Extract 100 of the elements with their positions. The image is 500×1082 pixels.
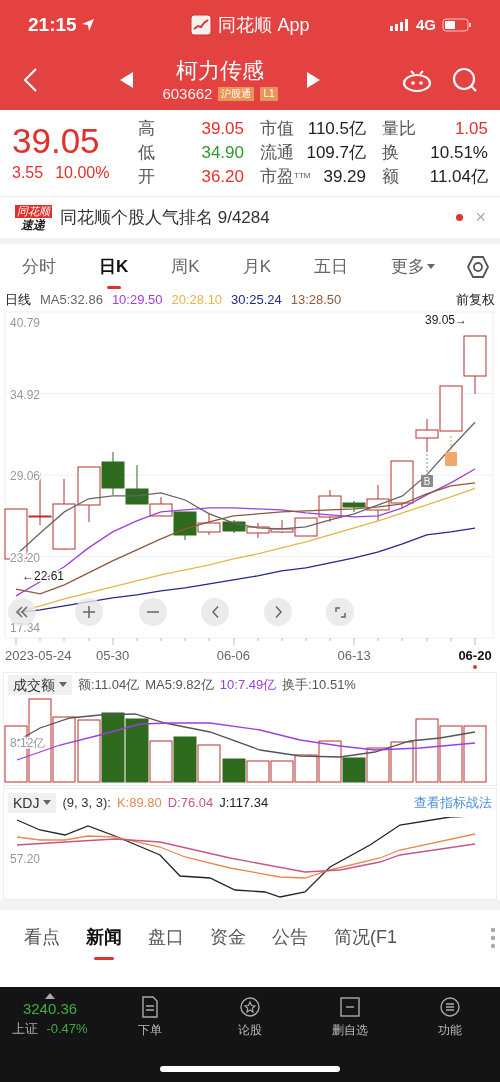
location-icon [80,18,95,32]
stat-label: 流通 [260,142,294,164]
menu-icon [438,995,462,1019]
date-label: 06-13 [337,648,371,663]
date-label: 06-20 [458,648,492,663]
stat-label: 量比 [382,118,416,140]
stat-label: 额 [382,166,399,188]
stat-label: 低 [138,142,155,164]
chart-tab[interactable]: 更多 [378,247,447,287]
app-name: 同花顺 App [218,13,310,37]
event-marker-icon [445,435,457,466]
indicator-selector[interactable]: KDJ [8,793,57,813]
toolbar-button[interactable]: 下单 [115,995,185,1039]
chart-tab[interactable]: 周K [159,247,212,287]
moving-average-value: 13:28.50 [290,291,342,310]
stat-value: 10.51% [430,142,488,164]
info-tab[interactable]: 资金 [204,915,252,960]
high-price-mark: 39.05→ [425,313,468,327]
more-icon[interactable] [490,926,496,949]
axis-label: 40.79 [10,316,41,330]
candlestick [77,466,101,523]
price-adjustment[interactable]: 前复权 [456,290,495,310]
stat-label: 市值 [260,118,294,140]
search-icon[interactable] [452,67,478,93]
candlestick [463,335,487,395]
previous-stock-icon[interactable] [120,72,135,88]
change-percent: 10.00% [55,163,110,183]
index-value: 3240.36 [22,999,78,1019]
info-tab[interactable]: 盘口 [142,915,190,960]
signal-icon [390,19,410,31]
info-tab[interactable]: 新闻 [80,915,128,960]
chart-tab[interactable]: 分时 [10,247,68,287]
indicator-selector[interactable]: 成交额 [8,675,72,695]
stat-value: 1.05 [454,118,488,140]
back-icon[interactable] [22,67,38,93]
chart-tab[interactable]: 五日 [301,247,360,287]
moving-average-value: 20:28.10 [171,291,223,310]
axis-label: 34.92 [10,387,41,402]
info-tab[interactable]: 看点 [18,915,66,960]
toolbar-button[interactable]: 论股 [215,995,285,1039]
volume-stat: MA5:9.82亿 [145,676,214,695]
axis-label: 17.34 [10,621,41,635]
market-badge: L1 [260,87,278,101]
chart-tab[interactable]: 日K [87,247,141,287]
fullscreen-icon [334,606,346,618]
stat-value: 11.04亿 [429,166,488,188]
stat-value: 109.7亿 [306,142,366,164]
fullscreen-button[interactable] [326,598,354,626]
toolbar-button[interactable]: 删自选 [315,995,385,1039]
stat-value: 34.90 [201,142,244,164]
info-tab[interactable]: 公告 [266,915,314,960]
stat-label: 高 [138,118,155,140]
chevron-left-button[interactable] [201,598,229,626]
volume-stat: 额:11.04亿 [78,676,140,695]
volume-stat: 换手:10.51% [282,676,356,695]
robot-icon[interactable] [402,68,432,92]
status-time: 21:15 [28,12,77,37]
info-tab[interactable]: 简况(F1 [328,915,403,960]
stock-code: 603662 [162,85,213,103]
candlestick [439,385,463,432]
candlestick [270,519,294,534]
stat-value: 39.05 [201,118,244,140]
moving-average-value: 30:25.24 [231,291,282,310]
caret-icon [59,682,67,688]
app-logo-icon [190,14,213,36]
indicator-value: K:89.80 [116,794,162,813]
settings-icon[interactable] [465,255,490,279]
date-label: 05-30 [96,648,130,663]
date-label: 06-06 [216,648,251,663]
current-price: 39.05 [12,121,101,161]
zoom-out-button[interactable] [139,598,167,626]
chevron-right-button[interactable] [264,598,292,626]
indicator-strategy-link[interactable]: 查看指标战法 [414,793,492,813]
moving-average-value: MA5:32.86 [40,291,103,310]
start-date-label: 2023-05-24 [5,648,72,664]
current-date-dot [473,665,477,669]
candlestick [415,418,439,453]
moving-average-value: 10:29.50 [111,291,163,310]
caret-icon [43,800,52,806]
battery-icon [442,18,472,32]
toolbar-button[interactable]: 功能 [415,995,485,1039]
chevron-left-icon [211,606,219,618]
candlestick [101,451,125,496]
rewind-icon [16,606,28,618]
period-label: 日线 [5,291,31,310]
zoom-in-button[interactable] [75,598,103,626]
news-logo: 同花顺 速递 [14,204,52,231]
indicator-params: (9, 3, 3): [62,794,111,813]
stat-value: 110.5亿 [307,118,366,140]
expand-icon[interactable] [45,993,55,999]
next-stock-icon[interactable] [305,72,320,88]
stat-value: 36.20 [201,166,244,188]
axis-label: 57.20 [10,852,41,866]
stat-value: 39.29 [323,166,366,188]
chevron-right-icon [274,606,282,618]
chart-tab[interactable]: 月K [230,247,283,287]
index-name: 上证 [12,1020,39,1038]
stat-label: 开 [138,166,155,188]
price-change: 3.55 [12,163,44,183]
popularity-ranking[interactable]: 同花顺个股人气排名 9/4284 [60,204,457,231]
